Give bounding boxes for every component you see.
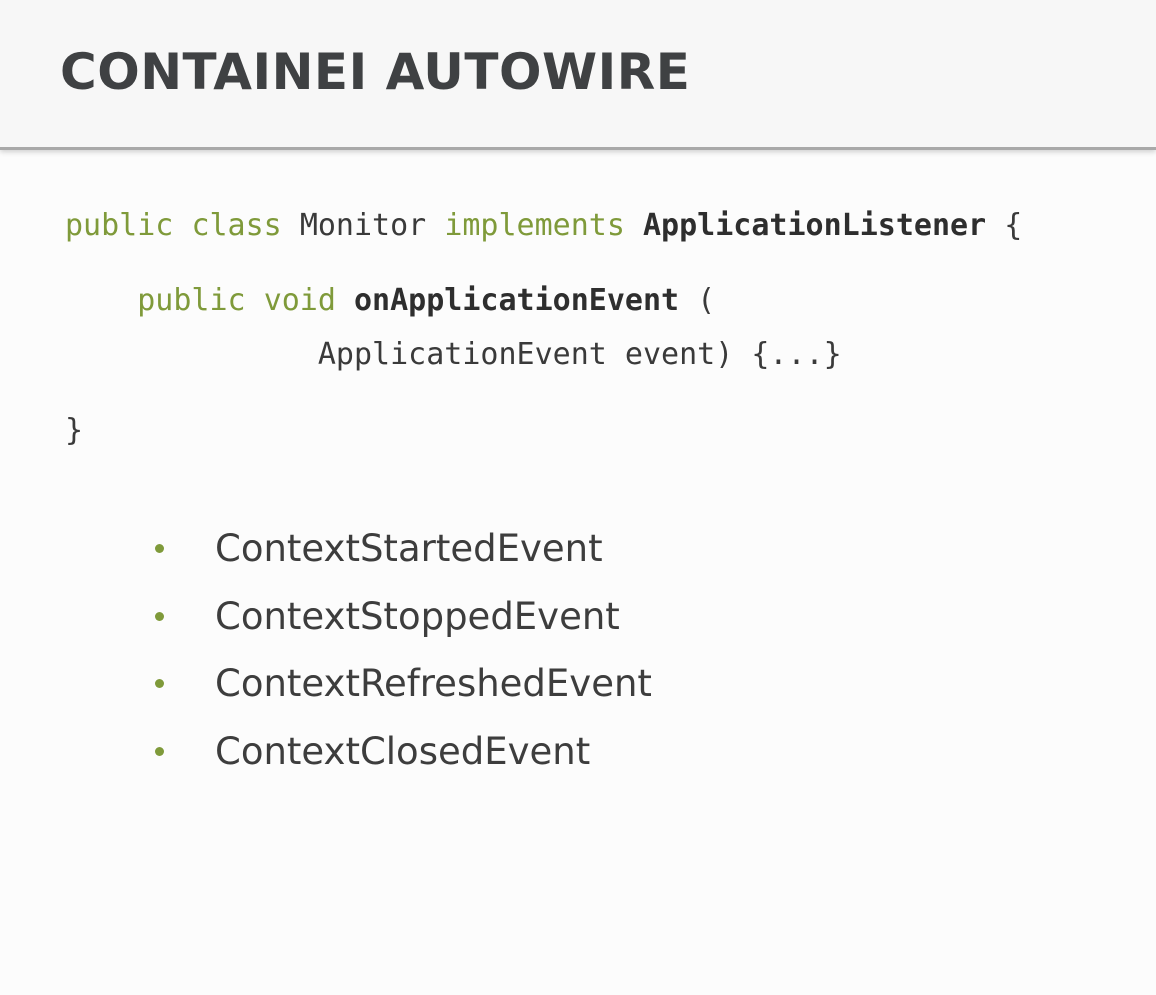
bullet-icon bbox=[155, 679, 164, 688]
keyword-class: class bbox=[191, 208, 282, 243]
code-line-closing-brace: } bbox=[65, 411, 83, 451]
keyword-void: void bbox=[263, 283, 336, 318]
interface-name: ApplicationListener bbox=[643, 208, 987, 243]
keyword-public: public bbox=[137, 283, 246, 318]
method-name: onApplicationEvent bbox=[354, 283, 680, 318]
close-brace: } bbox=[65, 413, 84, 448]
bullet-icon bbox=[155, 544, 164, 553]
keyword-implements: implements bbox=[444, 208, 625, 243]
slide-header: CONTAINEI AUTOWIRE bbox=[0, 0, 1156, 150]
open-paren: ( bbox=[697, 283, 716, 318]
code-line-method-signature: public void onApplicationEvent ( bbox=[65, 281, 715, 321]
code-line-class-declaration: public class Monitor implements Applicat… bbox=[65, 206, 1022, 246]
bullet-icon bbox=[155, 611, 164, 621]
method-parameter: ApplicationEvent event) {...} bbox=[317, 337, 842, 372]
slide-title: CONTAINEI AUTOWIRE bbox=[60, 43, 691, 101]
code-line-method-parameter: ApplicationEvent event) {...} bbox=[65, 335, 842, 375]
event-label: ContextStoppedEvent bbox=[215, 594, 620, 638]
bullet-icon bbox=[155, 746, 164, 756]
open-brace: { bbox=[1004, 208, 1023, 243]
keyword-public: public bbox=[65, 208, 174, 243]
event-label: ContextStartedEvent bbox=[215, 527, 603, 570]
class-name: Monitor bbox=[299, 208, 427, 243]
event-label: ContextRefreshedEvent bbox=[215, 662, 652, 705]
event-label: ContextClosedEvent bbox=[215, 729, 591, 773]
